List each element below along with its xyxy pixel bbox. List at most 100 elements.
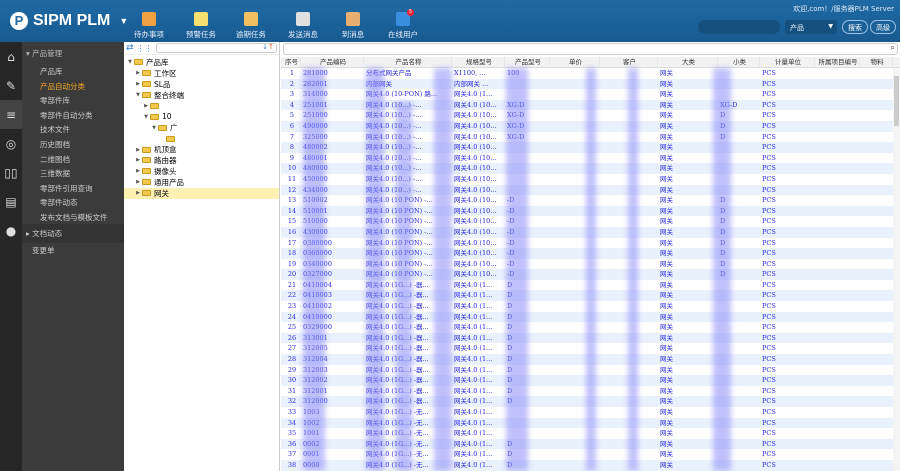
table-row[interactable]: 28 312004 网关4.0 (1G...) -器... 网关4.0 (1... D 网…: [281, 354, 893, 365]
tree-node[interactable]: [124, 133, 279, 144]
table-row[interactable]: 20 0327000 网关4.0 (10 PON) -... 网关4.0 (10...…: [281, 269, 893, 280]
table-row[interactable]: 37 0001 网关4.0 (1G...) -无... 网关4.0 (1... D 网关 P…: [281, 449, 893, 460]
vertical-scrollbar[interactable]: [893, 68, 900, 471]
table-row[interactable]: 3 314000 网关4.0 (10-PON) 路... 网关4.0 (1... 网关 P…: [281, 89, 893, 100]
table-row[interactable]: 7 325000 网关4.0 (10...) -... 网关4.0 (10... XG-…: [281, 132, 893, 143]
expand-tree-icon[interactable]: ⋮⋮: [137, 44, 153, 53]
column-header[interactable]: 小类: [718, 57, 760, 67]
table-row[interactable]: 34 1002 网关4.0 (1G...) -无... 网关4.0 (1... 网关 PC…: [281, 417, 893, 429]
table-row[interactable]: 8 480002 网关4.0 (10...) -... 网关4.0 (10... 网关 P…: [281, 142, 893, 153]
caret-down-icon[interactable]: ▼: [150, 125, 158, 131]
column-header[interactable]: 计量单位: [760, 57, 815, 67]
table-row[interactable]: 26 313001 网关4.0 (1G...) -器... 网关4.0 (1... D 网…: [281, 332, 893, 344]
table-row[interactable]: 10 480000 网关4.0 (10...) -... 网关4.0 (10... 网关…: [281, 163, 893, 174]
column-header[interactable]: 大类: [658, 57, 718, 67]
toolbar-button-warning-task[interactable]: 预警任务: [176, 12, 226, 40]
caret-right-icon[interactable]: ▶: [134, 168, 142, 174]
caret-down-icon[interactable]: ▼: [142, 114, 150, 120]
toolbar-button-send-message[interactable]: 发送消息: [278, 12, 328, 40]
tree-node[interactable]: ▼ 10: [124, 111, 279, 122]
sort-icon[interactable]: ↓↑: [262, 43, 274, 51]
tree-node[interactable]: ▶ 工作区: [124, 68, 279, 79]
search-button[interactable]: 搜索: [842, 20, 868, 34]
home-icon[interactable]: ⌂: [0, 42, 22, 71]
column-header[interactable]: 单价: [550, 57, 600, 67]
sidebar-item[interactable]: 二维图档: [22, 151, 124, 166]
sidebar-item[interactable]: 零部件库: [22, 92, 124, 107]
table-row[interactable]: 5 251000 网关4.0 (10...) -... 网关4.0 (10... XG-…: [281, 110, 893, 121]
sidebar-item[interactable]: 零部件动态: [22, 194, 124, 209]
toolbar-button-inbox[interactable]: 到消息: [328, 12, 378, 40]
table-row[interactable]: 21 0410004 网关4.0 (1G...) -器... 网关4.0 (1... D…: [281, 280, 893, 291]
scrollbar-thumb[interactable]: [894, 76, 899, 126]
tree-node[interactable]: ▶ 通用产品: [124, 177, 279, 188]
caret-right-icon[interactable]: ▶: [134, 147, 142, 153]
tree-node[interactable]: ▼ 整合终端: [124, 90, 279, 101]
table-row[interactable]: 19 0340000 网关4.0 (10 PON) -... 网关4.0 (10...…: [281, 259, 893, 270]
chat-icon[interactable]: ●: [0, 216, 22, 245]
contact-card-icon[interactable]: ▤: [0, 187, 22, 216]
column-header[interactable]: 规格型号: [452, 57, 505, 67]
table-row[interactable]: 2 282001 内部网关 内部网关 ... 网关 PCS: [281, 78, 893, 90]
advanced-search-button[interactable]: 高级: [870, 20, 896, 34]
sidebar-item[interactable]: 技术文件: [22, 121, 124, 136]
table-row[interactable]: 35 1001 网关4.0 (1G...) -无... 网关4.0 (1... 网关 PC…: [281, 428, 893, 439]
caret-down-icon[interactable]: ▼: [126, 59, 134, 65]
sidebar-item[interactable]: 三维数据: [22, 165, 124, 180]
table-row[interactable]: 33 1003 网关4.0 (1G...) -无... 网关4.0 (1... 网关 PC…: [281, 407, 893, 418]
table-row[interactable]: 4 251001 网关4.0 (10...) -... 网关4.0 (10... XG-…: [281, 99, 893, 111]
table-row[interactable]: 27 312005 网关4.0 (1G...) -器... 网关4.0 (1... D 网…: [281, 343, 893, 354]
sidebar-item[interactable]: 产品库: [22, 63, 124, 78]
tree-node[interactable]: ▼ 产品库: [124, 57, 279, 68]
database-icon[interactable]: ≡: [0, 100, 22, 129]
table-row[interactable]: 14 510001 网关4.0 (10 PON) -... 网关4.0 (10... -…: [281, 205, 893, 217]
column-header[interactable]: 所属项目编号: [815, 57, 860, 67]
caret-down-icon[interactable]: ▼: [134, 92, 142, 98]
table-row[interactable]: 15 510000 网关4.0 (10 PON) -... 网关4.0 (10... -…: [281, 216, 893, 227]
tree-node[interactable]: ▼ 广: [124, 122, 279, 133]
table-row[interactable]: 9 480001 网关4.0 (10...) -... 网关4.0 (10... 网关 P…: [281, 153, 893, 164]
tree-node[interactable]: ▶ 机顶盒: [124, 144, 279, 155]
table-row[interactable]: 30 312002 网关4.0 (1G...) -器... 网关4.0 (1... D 网…: [281, 375, 893, 386]
sidebar-item[interactable]: 零部件引用查询: [22, 180, 124, 195]
table-row[interactable]: 22 0410003 网关4.0 (1G...) -器... 网关4.0 (1... D…: [281, 290, 893, 302]
tree-filter-input[interactable]: ↓↑: [155, 43, 277, 53]
table-row[interactable]: 24 0410000 网关4.0 (1G...) -器... 网关4.0 (1... D…: [281, 311, 893, 323]
caret-right-icon[interactable]: ▶: [142, 103, 150, 109]
tree-node[interactable]: ▶ 路由器: [124, 155, 279, 166]
search-icon[interactable]: ⌕: [891, 43, 895, 53]
book-icon[interactable]: ▯▯: [0, 158, 22, 187]
caret-right-icon[interactable]: ▶: [134, 70, 142, 76]
caret-right-icon[interactable]: ▶: [134, 81, 142, 87]
table-row[interactable]: 11 450000 网关4.0 (10...) -... 网关4.0 (10... 网关…: [281, 174, 893, 185]
caret-right-icon[interactable]: ▶: [134, 190, 142, 196]
sidebar-item[interactable]: 产品自动分类: [22, 78, 124, 93]
column-header[interactable]: 产品编码: [301, 57, 364, 67]
toolbar-button-todo[interactable]: 待办事项: [124, 12, 174, 40]
sidebar-item[interactable]: 历史图档: [22, 136, 124, 151]
sidebar-item[interactable]: 发布文档与模板文件: [22, 209, 124, 224]
table-row[interactable]: 23 0410002 网关4.0 (1G...) -器... 网关4.0 (1... D…: [281, 301, 893, 312]
table-row[interactable]: 38 0000 网关4.0 (1G...) -无... 网关4.0 (1... D 网关 P…: [281, 459, 893, 471]
sidebar-item[interactable]: 零部件自动分类: [22, 107, 124, 122]
toolbar-button-online-users[interactable]: 5 在线用户: [378, 9, 428, 40]
table-row[interactable]: 32 312000 网关4.0 (1G...) -器... 网关4.0 (1... D 网…: [281, 396, 893, 407]
table-row[interactable]: 29 312003 网关4.0 (1G...) -器... 网关4.0 (1... D 网…: [281, 365, 893, 376]
toolbar-button-overdue-task[interactable]: 逾期任务: [226, 12, 276, 40]
table-row[interactable]: 1 281000 分布式网关产品 X1100, ... 100 网关 PCS: [281, 68, 893, 79]
column-header[interactable]: 产品型号: [505, 57, 550, 67]
tree-node[interactable]: ▶ 摄像头: [124, 166, 279, 177]
table-row[interactable]: 17 0380000 网关4.0 (10 PON) -... 网关4.0 (10...…: [281, 238, 893, 249]
table-row[interactable]: 12 434000 网关4.0 (10...) -... 网关4.0 (10... 网关…: [281, 184, 893, 196]
refresh-icon[interactable]: ⇄: [126, 43, 134, 53]
table-row[interactable]: 31 312001 网关4.0 (1G...) -器... 网关4.0 (1... D 网…: [281, 386, 893, 397]
column-header[interactable]: 序号: [281, 57, 301, 67]
tree-node[interactable]: ▶: [124, 101, 279, 112]
table-row[interactable]: 13 510002 网关4.0 (10 PON) -... 网关4.0 (10... -…: [281, 195, 893, 206]
app-logo[interactable]: P SIPM PLM ▼: [10, 12, 128, 30]
sidebar-group-doc-dynamics[interactable]: ▸ 文档动态: [22, 223, 124, 243]
grid-search-input[interactable]: ⌕: [283, 43, 898, 55]
edit-icon[interactable]: ✎: [0, 71, 22, 100]
caret-right-icon[interactable]: ▶: [134, 179, 142, 185]
column-header[interactable]: 客户: [600, 57, 658, 67]
